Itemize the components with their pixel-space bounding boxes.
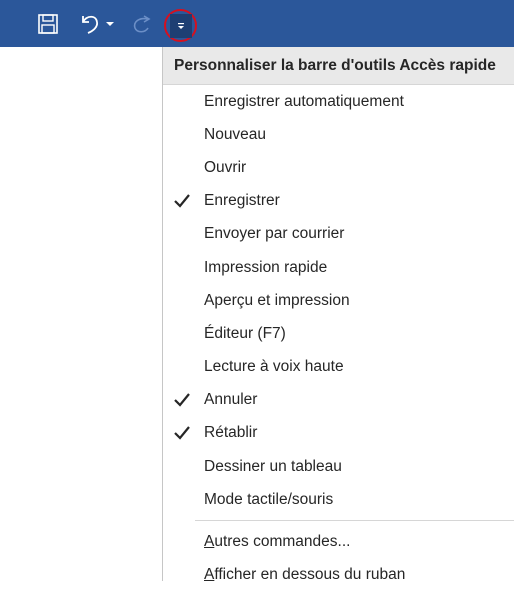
floppy-disk-icon xyxy=(38,14,58,34)
customize-toolbar-button[interactable] xyxy=(164,9,197,42)
menu-item-label: Ouvrir xyxy=(204,158,247,176)
save-button[interactable] xyxy=(34,10,62,38)
menu-item-label: Afficher en dessous du ruban xyxy=(204,566,405,584)
menu-item-redo[interactable]: Rétablir xyxy=(163,417,514,450)
menu-item-label-rest: utres commandes... xyxy=(214,533,351,551)
menu-item-label: Impression rapide xyxy=(204,258,328,276)
menu-item-label: Autres commandes... xyxy=(204,533,350,551)
menu-item-label: Enregistrer xyxy=(204,192,280,210)
menu-item-save[interactable]: Enregistrer xyxy=(163,185,514,218)
menu-item-autosave[interactable]: Enregistrer automatiquement xyxy=(163,85,514,118)
menu-item-quick-print[interactable]: Impression rapide xyxy=(163,251,514,284)
menu-item-label: Dessiner un tableau xyxy=(204,457,342,475)
menu-item-label: Lecture à voix haute xyxy=(204,358,344,376)
undo-button[interactable] xyxy=(76,10,116,38)
menu-item-label: Éditeur (F7) xyxy=(204,324,286,342)
checkmark-icon xyxy=(174,193,190,208)
undo-dropdown-icon[interactable] xyxy=(106,21,114,27)
customize-button-highlight xyxy=(169,13,192,38)
menu-item-read-aloud[interactable]: Lecture à voix haute xyxy=(163,351,514,384)
menu-item-label: Annuler xyxy=(204,391,258,409)
undo-arrow-icon xyxy=(82,15,99,34)
menu-item-label: Nouveau xyxy=(204,125,267,143)
menu-item-draw-table[interactable]: Dessiner un tableau xyxy=(163,450,514,483)
mnemonic-letter: A xyxy=(204,533,215,551)
menu-item-label: Enregistrer automatiquement xyxy=(204,92,404,110)
chevron-down-icon xyxy=(177,22,184,29)
menu-item-label: Aperçu et impression xyxy=(204,291,350,309)
menu-item-show-below-ribbon[interactable]: Afficher en dessous du ruban xyxy=(163,559,514,592)
checkmark-icon xyxy=(174,392,190,407)
menu-item-label: Mode tactile/souris xyxy=(204,490,334,508)
customize-toolbar-menu: Personnaliser la barre d'outils Accès ra… xyxy=(162,47,514,583)
menu-item-print-preview[interactable]: Aperçu et impression xyxy=(163,284,514,317)
menu-item-label: Envoyer par courrier xyxy=(204,225,345,243)
menu-item-label: Rétablir xyxy=(204,424,258,442)
menu-title: Personnaliser la barre d'outils Accès ra… xyxy=(163,47,514,85)
menu-item-new[interactable]: Nouveau xyxy=(163,118,514,151)
redo-button[interactable] xyxy=(126,10,156,38)
menu-item-touch-mouse-mode[interactable]: Mode tactile/souris xyxy=(163,483,514,516)
menu-item-editor[interactable]: Éditeur (F7) xyxy=(163,317,514,350)
redo-arrow-icon xyxy=(133,15,151,33)
menu-item-open[interactable]: Ouvrir xyxy=(163,151,514,184)
checkmark-icon xyxy=(174,426,190,440)
menu-list: Enregistrer automatiquement Nouveau Ouvr… xyxy=(163,85,514,592)
quick-access-toolbar xyxy=(0,0,514,47)
menu-item-more-commands[interactable]: Autres commandes... xyxy=(163,525,514,558)
menu-separator xyxy=(195,520,514,522)
menu-item-undo[interactable]: Annuler xyxy=(163,384,514,417)
menu-item-send-email[interactable]: Envoyer par courrier xyxy=(163,218,514,251)
